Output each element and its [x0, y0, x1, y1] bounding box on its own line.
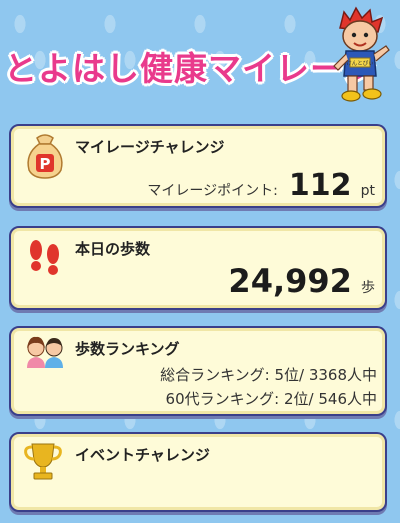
event-challenge-card[interactable]: イベントチャレンジ [9, 432, 387, 512]
overall-ranking-text: 総合ランキング: 5位/ 3368人中 [160, 366, 377, 384]
mileage-challenge-title: マイレージチャレンジ [75, 138, 225, 156]
mileage-points-label: マイレージポイント: [147, 183, 278, 199]
mileage-points-unit: pt [360, 183, 375, 199]
trophy-icon [24, 443, 62, 480]
today-steps-row: 24,992 歩 [228, 262, 375, 300]
today-steps-card[interactable]: 本日の歩数 24,992 歩 [9, 226, 387, 310]
mascot-character-icon: けんとぴぃ [333, 6, 390, 102]
footprints-icon [30, 240, 59, 275]
today-steps-value: 24,992 [228, 262, 352, 300]
event-challenge-title: イベントチャレンジ [75, 446, 210, 464]
mascot-badge-text: けんとぴぃ [346, 60, 374, 67]
app-logo-title: とよはし健康マイレージ [4, 49, 378, 88]
mileage-challenge-card[interactable]: P マイレージチャレンジ マイレージポイント: 112 pt [9, 124, 387, 208]
step-ranking-title: 歩数ランキング [75, 340, 180, 358]
app-header: とよはし健康マイレージ けんとぴぃ [0, 0, 400, 112]
mileage-points-value: 112 [288, 168, 352, 203]
people-ranking-icon [27, 336, 63, 368]
points-bag-letter: P [40, 155, 51, 173]
mileage-points-row: マイレージポイント: 112 pt [147, 168, 375, 203]
today-steps-unit: 歩 [361, 280, 375, 296]
step-ranking-card[interactable]: 歩数ランキング 総合ランキング: 5位/ 3368人中 60代ランキング: 2位… [9, 326, 387, 416]
today-steps-title: 本日の歩数 [75, 240, 151, 258]
points-bag-icon: P [27, 134, 63, 179]
age-group-ranking-text: 60代ランキング: 2位/ 546人中 [165, 390, 377, 408]
